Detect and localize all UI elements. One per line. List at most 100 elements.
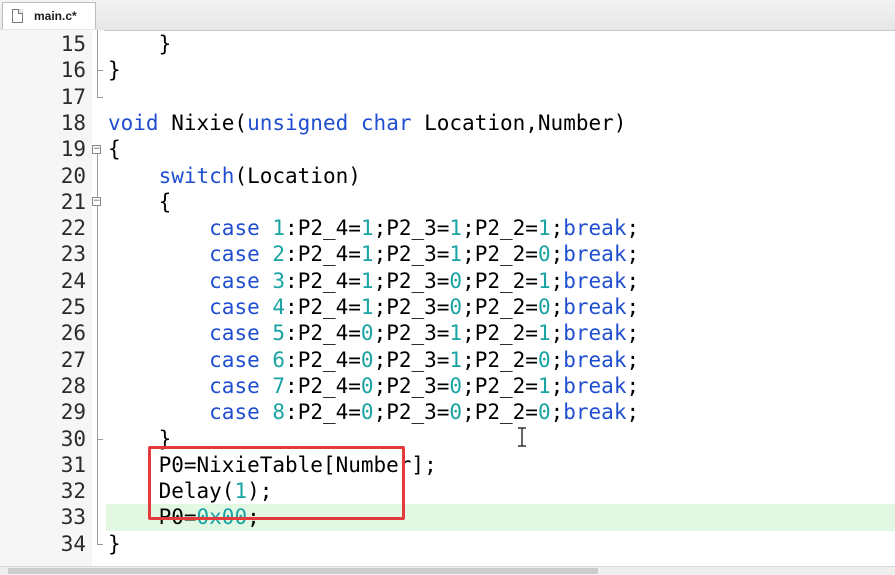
code-token: ;P2_3= xyxy=(373,295,450,319)
number-token: 0 xyxy=(449,400,463,425)
code-line[interactable]: 22 case 1:P2_4=1;P2_3=1;P2_2=1;break; xyxy=(0,215,895,241)
code-token: (Location) xyxy=(234,163,361,188)
line-number: 17 xyxy=(60,84,86,109)
code-line[interactable]: 24 case 3:P2_4=1;P2_3=0;P2_2=1;break; xyxy=(0,268,895,294)
code-token: :P2_4= xyxy=(285,268,361,293)
line-number: 23 xyxy=(60,242,86,267)
code-line[interactable]: 23 case 2:P2_4=1;P2_3=1;P2_2=0;break; xyxy=(0,241,895,267)
line-number: 31 xyxy=(60,452,86,477)
code-line[interactable]: 25 case 4:P2_4=1;P2_3=0;P2_2=0;break; xyxy=(0,294,895,320)
keyword-token: case xyxy=(209,321,260,346)
code-token: ; xyxy=(626,373,640,398)
keyword-token: case xyxy=(209,373,260,398)
keyword-token: case xyxy=(209,347,260,372)
fold-collapse-icon[interactable]: − xyxy=(92,197,101,207)
code-token: } xyxy=(108,531,121,556)
number-token: 0 xyxy=(537,347,551,372)
code-line[interactable]: 34} xyxy=(0,531,895,557)
code-token: ; xyxy=(626,400,640,425)
keyword-token: break xyxy=(563,242,627,267)
keyword-token: case xyxy=(209,295,260,319)
number-token: 0 xyxy=(449,295,463,319)
keyword-token: unsigned xyxy=(247,110,349,135)
code-token: Nixie( xyxy=(158,110,248,135)
line-code: } xyxy=(108,57,121,83)
line-code: case 4:P2_4=1;P2_3=0;P2_2=0;break; xyxy=(108,294,639,320)
code-token: ; xyxy=(626,347,640,372)
code-token: ;P2_3= xyxy=(373,268,450,293)
line-number: 28 xyxy=(60,373,86,398)
code-line[interactable]: 26 case 5:P2_4=0;P2_3=1;P2_2=1;break; xyxy=(0,320,895,346)
code-token: ;P2_3= xyxy=(373,373,450,398)
keyword-token: case xyxy=(209,216,260,241)
code-token: ; xyxy=(550,321,564,346)
number-token: 1 xyxy=(449,216,463,241)
number-token: 1 xyxy=(449,242,463,267)
code-token: ; xyxy=(550,347,564,372)
code-token: } xyxy=(108,32,172,56)
code-line[interactable]: 27 case 6:P2_4=0;P2_3=1;P2_2=0;break; xyxy=(0,347,895,373)
code-token: ;P2_2= xyxy=(462,295,538,319)
line-number: 19 xyxy=(60,137,86,162)
code-token: ;P2_3= xyxy=(373,347,450,372)
code-line[interactable]: 30 } xyxy=(0,426,895,452)
number-token: 0 xyxy=(449,268,463,293)
number-token: 7 xyxy=(272,373,286,398)
code-token: ;P2_2= xyxy=(462,373,538,398)
code-line[interactable]: 29 case 8:P2_4=0;P2_3=0;P2_2=0;break; xyxy=(0,399,895,425)
keyword-token: switch xyxy=(158,163,235,188)
code-line[interactable]: 15 } xyxy=(0,31,895,57)
code-line[interactable]: 18 void Nixie(unsigned char Location,Numb… xyxy=(0,110,895,136)
code-editor[interactable]: 15 } 16} 17 18 void Nixie(unsigned char Loca… xyxy=(0,30,895,566)
line-code: case 6:P2_4=0;P2_3=1;P2_2=0;break; xyxy=(108,347,639,373)
code-line[interactable]: 33 P0=0x00; xyxy=(0,504,895,530)
keyword-token: char xyxy=(360,110,412,135)
code-token: :P2_4= xyxy=(285,216,361,241)
line-code: switch(Location) xyxy=(108,163,361,189)
scrollbar-thumb[interactable] xyxy=(8,568,598,574)
code-line[interactable]: 20 switch(Location) xyxy=(0,163,895,189)
number-token: 1 xyxy=(272,216,286,241)
code-token: ;P2_2= xyxy=(462,268,538,293)
ibeam-cursor-icon xyxy=(517,427,527,447)
tab-main-c[interactable]: main.c* xyxy=(2,2,96,29)
number-token: 1 xyxy=(537,321,551,346)
number-token: 0 xyxy=(360,373,374,398)
code-line[interactable]: 21 { xyxy=(0,189,895,215)
code-line[interactable]: 28 case 7:P2_4=0;P2_3=0;P2_2=1;break; xyxy=(0,373,895,399)
fold-guide-line xyxy=(97,30,98,71)
code-line[interactable]: 16} xyxy=(0,57,895,83)
line-code: case 8:P2_4=0;P2_3=0;P2_2=0;break; xyxy=(108,399,639,425)
number-token: 0 xyxy=(449,373,463,398)
line-code: { xyxy=(108,136,121,162)
code-line[interactable]: 32 Delay(1); xyxy=(0,478,895,504)
number-token: 1 xyxy=(537,373,551,398)
code-token: ; xyxy=(626,216,640,241)
line-code: case 3:P2_4=1;P2_3=0;P2_2=1;break; xyxy=(108,268,639,294)
code-line[interactable]: 31 P0=NixieTable[Number]; xyxy=(0,452,895,478)
code-token: :P2_4= xyxy=(285,400,361,425)
number-token: 1 xyxy=(360,242,374,267)
code-token: ;P2_3= xyxy=(373,321,450,346)
line-code: } xyxy=(108,531,121,557)
code-token: ; xyxy=(550,295,564,319)
annotation-highlight-box xyxy=(148,446,405,520)
keyword-token: case xyxy=(209,268,260,293)
file-icon xyxy=(12,9,23,23)
code-token: ; xyxy=(626,242,640,267)
fold-end-marker xyxy=(97,96,103,98)
line-code: case 5:P2_4=0;P2_3=1;P2_2=1;break; xyxy=(108,320,639,346)
code-line[interactable]: 19 { xyxy=(0,136,895,162)
code-token: } xyxy=(108,58,121,83)
code-token: ;P2_3= xyxy=(373,216,450,241)
fold-collapse-icon[interactable]: − xyxy=(92,144,101,154)
code-line[interactable]: 17 xyxy=(0,84,895,110)
keyword-token: break xyxy=(563,216,627,241)
code-token: ; xyxy=(626,295,640,319)
